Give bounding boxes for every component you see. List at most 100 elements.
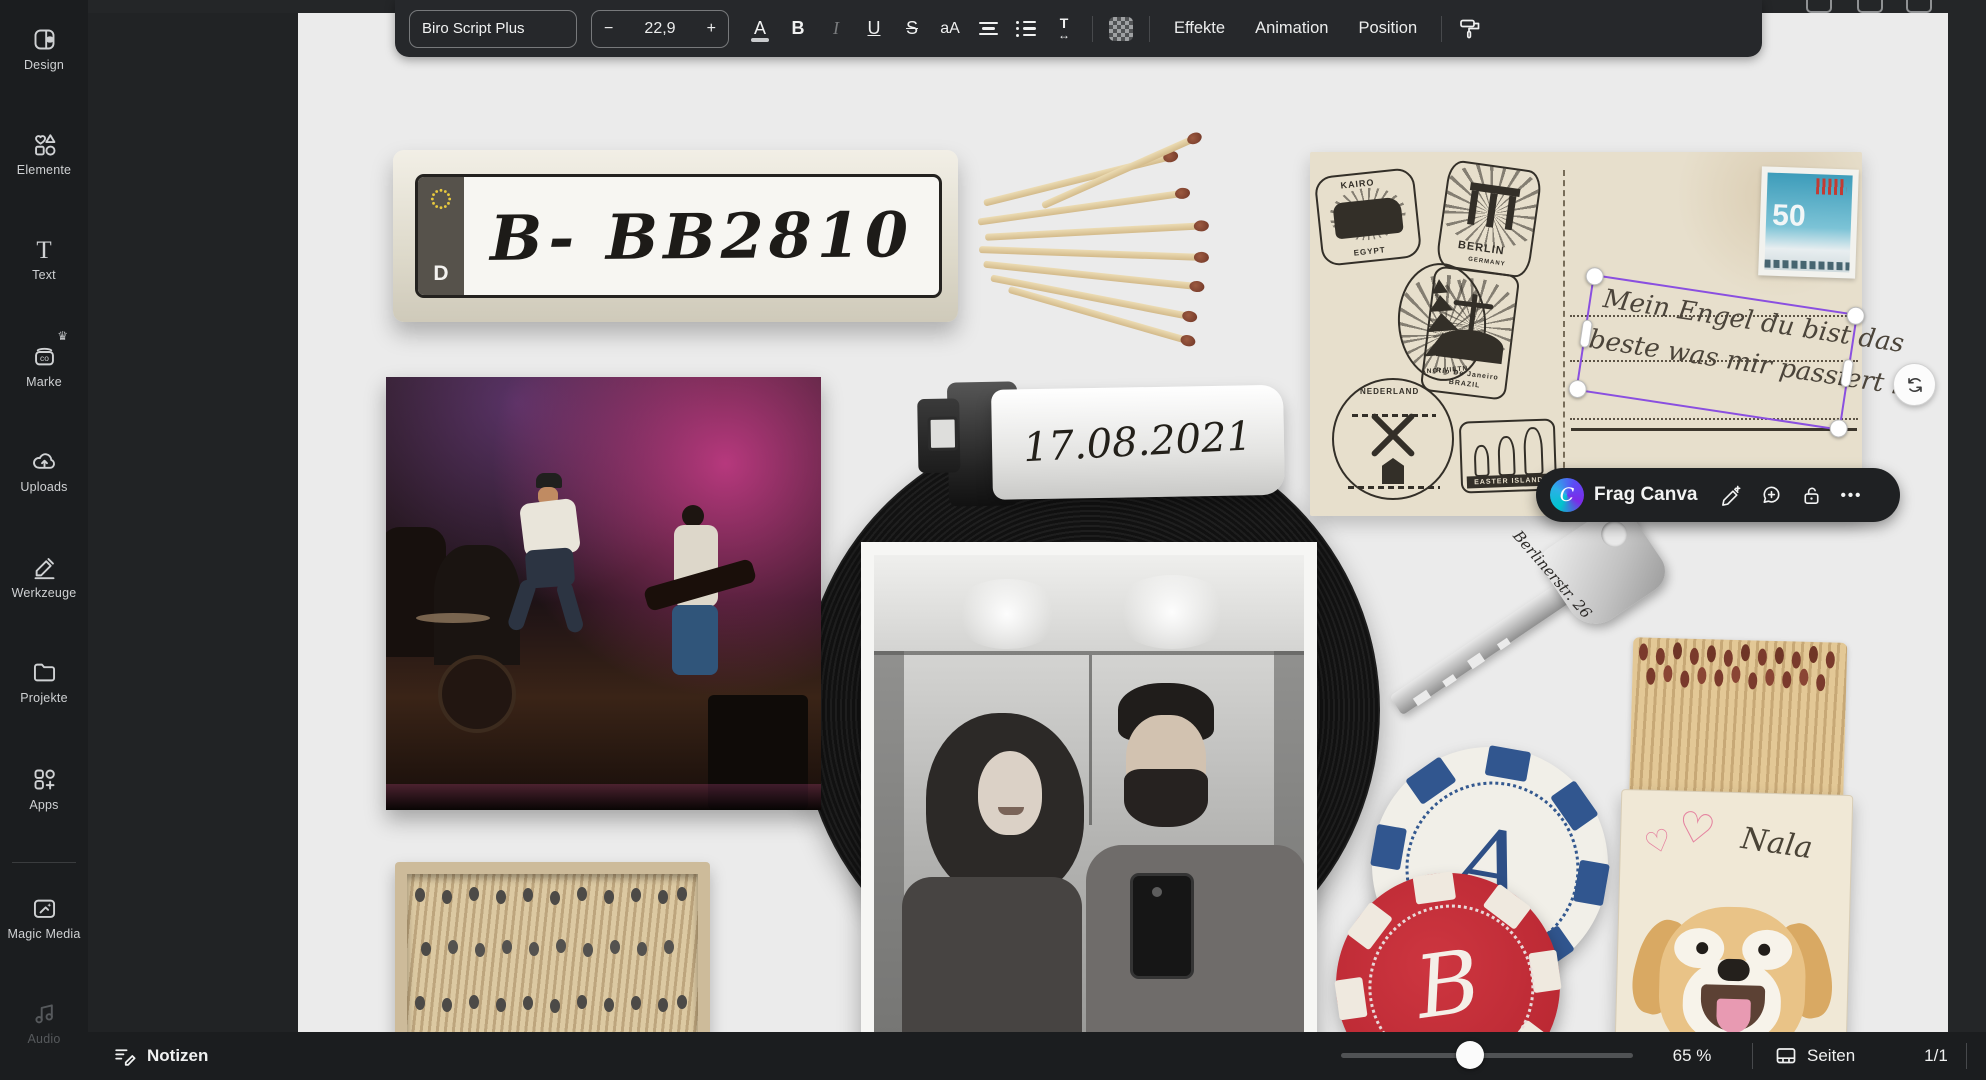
underline-button[interactable]: U <box>855 10 893 48</box>
stamp-rio-label: Rio De Janeiro <box>1436 367 1499 382</box>
ceiling-light <box>952 579 1062 649</box>
comment-add-icon <box>1760 484 1783 507</box>
matchbox-matches <box>1629 637 1847 811</box>
duplicate-icon[interactable] <box>1857 0 1883 13</box>
transparency-button[interactable] <box>1102 10 1140 48</box>
svg-text:co: co <box>40 353 49 363</box>
sidebar-item-magic-media[interactable]: Magic Media <box>0 895 88 941</box>
sidebar-item-marke[interactable]: ♛ co Marke <box>0 343 88 389</box>
bold-button[interactable]: B <box>779 10 817 48</box>
sidebar-item-label: Magic Media <box>7 927 80 941</box>
postcard-line-solid <box>1571 428 1857 431</box>
lock-icon[interactable] <box>1806 0 1832 13</box>
match-heads-row <box>1646 668 1655 685</box>
sidebar-item-label: Uploads <box>20 480 67 494</box>
text-color-button[interactable]: A <box>741 10 779 48</box>
moai <box>1523 427 1544 476</box>
sidebar-item-uploads[interactable]: Uploads <box>0 448 88 494</box>
matchbox-nala-image[interactable]: ♡ ♡ Nala <box>1615 637 1856 1032</box>
stamp-kairo-sub: EGYPT <box>1353 245 1386 257</box>
text-case-button[interactable]: aA <box>931 10 969 48</box>
cymbal <box>416 613 490 623</box>
font-family-select[interactable]: Biro Script Plus <box>409 10 577 48</box>
uploads-icon <box>31 448 58 475</box>
delete-icon[interactable] <box>1906 0 1932 13</box>
ask-canva-label[interactable]: Frag Canva <box>1594 484 1697 506</box>
magic-edit-icon <box>1720 484 1743 507</box>
jumper-cap <box>536 473 562 488</box>
text-align-button[interactable] <box>969 10 1007 48</box>
canva-logo-icon[interactable]: C <box>1550 478 1584 512</box>
matches-image[interactable] <box>975 162 1222 330</box>
unlock-icon <box>1800 484 1823 507</box>
bass-drum <box>438 655 516 733</box>
guitarist-jeans <box>672 605 718 675</box>
sidebar-item-audio[interactable]: Audio <box>0 1000 88 1046</box>
design-icon <box>31 26 58 53</box>
zoom-slider-thumb[interactable] <box>1456 1041 1484 1069</box>
match-tip <box>1174 187 1190 200</box>
italic-button[interactable]: I <box>817 10 855 48</box>
zoom-slider-track[interactable] <box>1341 1053 1633 1058</box>
jumper-leg <box>555 580 585 634</box>
pages-button[interactable]: Seiten <box>1774 1032 1855 1080</box>
lighter-head <box>917 398 960 473</box>
artboard-canvas[interactable]: D B- BB2810 KAIRO EGYPT <box>298 13 1948 1032</box>
match-heads-row <box>415 996 425 1010</box>
pages-label: Seiten <box>1807 1046 1855 1066</box>
sidebar-item-werkzeuge[interactable]: Werkzeuge <box>0 554 88 600</box>
windmill-house <box>1382 458 1404 484</box>
license-plate-image[interactable]: D B- BB2810 <box>393 150 958 322</box>
rotate-button[interactable] <box>1893 363 1936 406</box>
sidebar-item-label: Audio <box>28 1032 61 1046</box>
position-button[interactable]: Position <box>1343 10 1432 48</box>
lighter-image[interactable]: 17.08.2021 <box>909 377 1286 512</box>
mat матchbox-gray-image[interactable] <box>395 862 710 1032</box>
ceiling-light <box>1112 575 1232 649</box>
sidebar-item-label: Text <box>32 268 56 282</box>
strikethrough-button[interactable]: S <box>893 10 931 48</box>
postage-stamp: 50 <box>1758 166 1859 278</box>
phone-camera <box>1152 887 1162 897</box>
copy-style-button[interactable] <box>1451 10 1489 48</box>
moai <box>1474 445 1490 478</box>
text-format-toolbar: Biro Script Plus − 22,9 + A B I U S aA <box>395 0 1762 57</box>
sidebar-item-projekte[interactable]: Projekte <box>0 659 88 705</box>
lighter-body: 17.08.2021 <box>991 385 1285 500</box>
font-size-value[interactable]: 22,9 <box>644 20 675 38</box>
letter-spacing-button[interactable]: T↔ <box>1045 10 1083 48</box>
selfie-photo[interactable] <box>861 542 1317 1032</box>
lighter-window <box>928 416 959 451</box>
font-size-stepper: − 22,9 + <box>591 10 729 48</box>
sidebar-item-apps[interactable]: Apps <box>0 766 88 812</box>
brand-icon: co <box>31 343 58 370</box>
font-size-increase-button[interactable]: + <box>707 20 716 38</box>
key-notch <box>1497 638 1511 651</box>
poker-chip-red[interactable]: B <box>1322 859 1575 1032</box>
matchbox-front: ♡ ♡ Nala <box>1615 789 1854 1032</box>
text-color-icon: A <box>754 18 766 39</box>
toolbar-divider <box>1149 16 1150 42</box>
effects-button[interactable]: Effekte <box>1159 10 1240 48</box>
strikethrough-icon: S <box>906 18 918 39</box>
sidebar-item-elemente[interactable]: Elemente <box>0 131 88 177</box>
stage-front-glow <box>386 784 821 810</box>
postage-stamp-mark <box>1816 178 1847 195</box>
rotate-icon <box>1904 374 1926 396</box>
stamp-berlin-sub: GERMANY <box>1468 257 1506 268</box>
sidebar-item-design[interactable]: Design <box>0 26 88 72</box>
band-photo[interactable] <box>386 377 821 810</box>
lock-button[interactable] <box>1791 475 1831 515</box>
sidebar-item-text[interactable]: T Text <box>0 238 88 282</box>
more-button[interactable]: ••• <box>1831 475 1871 515</box>
list-button[interactable] <box>1007 10 1045 48</box>
stamp-nederland: NEDERLAND <box>1332 378 1454 500</box>
sidebar-item-label: Werkzeuge <box>12 586 77 600</box>
magic-edit-button[interactable] <box>1711 475 1751 515</box>
matchstick <box>979 246 1205 261</box>
comment-button[interactable] <box>1751 475 1791 515</box>
font-size-decrease-button[interactable]: − <box>604 20 613 38</box>
animation-button[interactable]: Animation <box>1240 10 1343 48</box>
ask-canva-toolbar: C Frag Canva ••• <box>1536 468 1900 522</box>
notes-button[interactable]: Notizen <box>112 1032 208 1080</box>
